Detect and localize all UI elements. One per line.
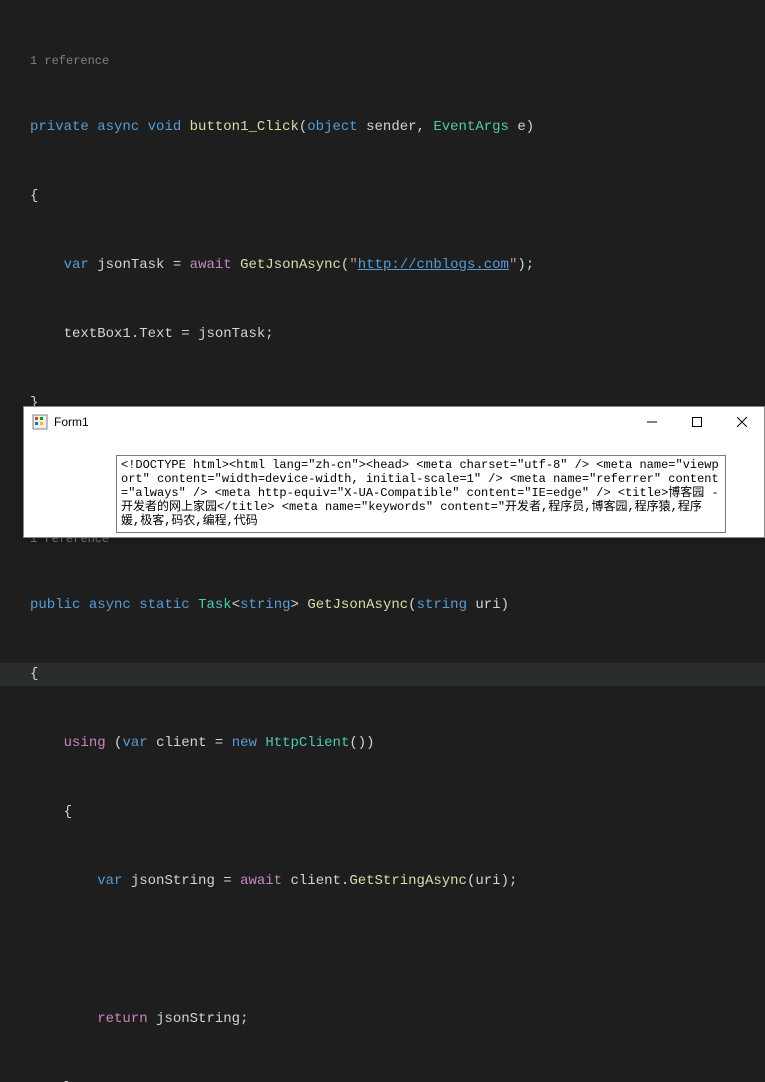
maximize-button[interactable]	[674, 407, 719, 437]
code-editor[interactable]: 1 reference private async void button1_C…	[0, 0, 765, 1082]
codelens-ref-1[interactable]: 1 reference	[0, 52, 765, 70]
window-title: Form1	[54, 415, 89, 429]
code-line: var jsonString = await client.GetStringA…	[0, 870, 765, 893]
code-line: private async void button1_Click(object …	[0, 116, 765, 139]
minimize-button[interactable]	[629, 407, 674, 437]
code-line: {	[0, 185, 765, 208]
code-line-highlighted: {	[0, 663, 765, 686]
form-client-area: <!DOCTYPE html><html lang="zh-cn"><head>…	[24, 437, 764, 537]
titlebar[interactable]: Form1	[24, 407, 764, 437]
close-button[interactable]	[719, 407, 764, 437]
app-icon	[32, 414, 48, 430]
code-line: return jsonString;	[0, 1008, 765, 1031]
code-line: using (var client = new HttpClient())	[0, 732, 765, 755]
code-line: public async static Task<string> GetJson…	[0, 594, 765, 617]
code-line: {	[0, 801, 765, 824]
textbox1[interactable]: <!DOCTYPE html><html lang="zh-cn"><head>…	[116, 455, 726, 533]
code-line: textBox1.Text = jsonTask;	[0, 323, 765, 346]
code-line: var jsonTask = await GetJsonAsync("http:…	[0, 254, 765, 277]
blank-line	[0, 939, 765, 962]
form1-window[interactable]: Form1 <!DOCTYPE html><html lang="zh-cn">…	[23, 406, 765, 538]
code-line: }	[0, 1077, 765, 1082]
